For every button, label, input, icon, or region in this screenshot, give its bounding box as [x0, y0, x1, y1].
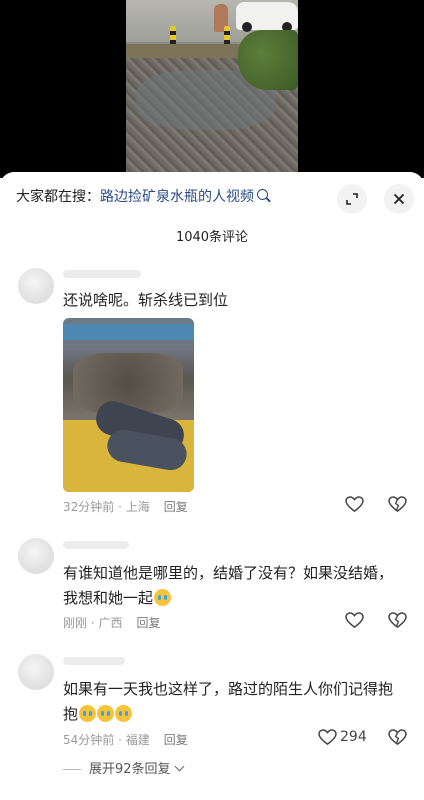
reply-button[interactable]: 回复 — [164, 733, 188, 747]
search-term-link[interactable]: 路边捡矿泉水瓶的人视频 — [100, 189, 254, 205]
video-car-wheel — [242, 22, 252, 32]
broken-heart-icon[interactable] — [388, 729, 407, 746]
comment-text: 我想和她一起 — [63, 586, 413, 610]
comment-location: 福建 — [125, 733, 150, 747]
photo-pipe — [63, 324, 194, 340]
divider-line — [63, 769, 81, 770]
comment-time: 32分钟前 — [63, 500, 115, 514]
search-suggestion[interactable]: 大家都在搜：路边捡矿泉水瓶的人视频 — [16, 186, 268, 206]
comment-time: 54分钟前 — [63, 733, 115, 747]
photo-rubble — [73, 353, 183, 413]
expand-replies-label: 展开92条回复 — [89, 762, 171, 777]
close-icon — [393, 193, 405, 205]
video-player[interactable] — [0, 0, 424, 178]
comment-meta: 刚刚 · 广西 回复 — [63, 616, 161, 630]
like-count: 294 — [340, 729, 367, 745]
comment-meta: 32分钟前 · 上海 回复 — [63, 500, 188, 514]
chevron-down-icon — [174, 761, 184, 772]
comment-text-line: 抱 — [63, 705, 79, 723]
comment-photo[interactable] — [63, 318, 194, 492]
username-blurred[interactable] — [63, 657, 125, 665]
search-prefix: 大家都在搜： — [16, 189, 100, 205]
comment-text: 有谁知道他是哪里的，结婚了没有？如果没结婚， — [63, 561, 413, 585]
crying-emoji-icon — [79, 705, 97, 722]
crying-emoji-icon — [97, 705, 115, 722]
close-button[interactable] — [384, 184, 414, 214]
comment-text: 还说啥呢。斩杀线已到位 — [63, 291, 229, 309]
comment-text-line: 我想和她一起 — [63, 589, 154, 607]
broken-heart-icon[interactable] — [388, 612, 407, 629]
comment-text: 抱 — [63, 702, 413, 726]
crying-emoji-icon — [154, 589, 172, 606]
search-icon — [257, 189, 268, 200]
video-bush — [238, 30, 298, 90]
username-blurred[interactable] — [63, 270, 141, 278]
avatar[interactable] — [18, 268, 54, 304]
broken-heart-icon[interactable] — [388, 496, 407, 513]
username-blurred[interactable] — [63, 541, 129, 549]
comment-count: 1040条评论 — [175, 230, 249, 245]
comment-meta: 54分钟前 · 福建 回复 — [63, 733, 188, 747]
avatar[interactable] — [18, 654, 54, 690]
crying-emoji-icon — [115, 705, 133, 722]
expand-replies-button[interactable]: 展开92条回复 — [63, 758, 184, 777]
heart-icon[interactable] — [345, 612, 364, 629]
reply-button[interactable]: 回复 — [164, 500, 188, 514]
heart-icon[interactable] — [318, 729, 337, 746]
comment-time: 刚刚 — [63, 616, 88, 630]
comment-location: 上海 — [125, 500, 150, 514]
comment-location: 广西 — [98, 616, 123, 630]
comment-text: 如果有一天我也这样了，路过的陌生人你们记得抱 — [63, 677, 413, 701]
heart-icon[interactable] — [345, 496, 364, 513]
reply-button[interactable]: 回复 — [136, 616, 160, 630]
avatar[interactable] — [18, 538, 54, 574]
video-frame — [126, 0, 298, 178]
expand-button[interactable] — [337, 184, 367, 214]
comment-text-line: 如果有一天我也这样了，路过的陌生人你们记得抱 — [63, 680, 394, 698]
comment-text-line: 有谁知道他是哪里的，结婚了没有？如果没结婚， — [63, 564, 394, 582]
expand-icon — [346, 193, 358, 205]
